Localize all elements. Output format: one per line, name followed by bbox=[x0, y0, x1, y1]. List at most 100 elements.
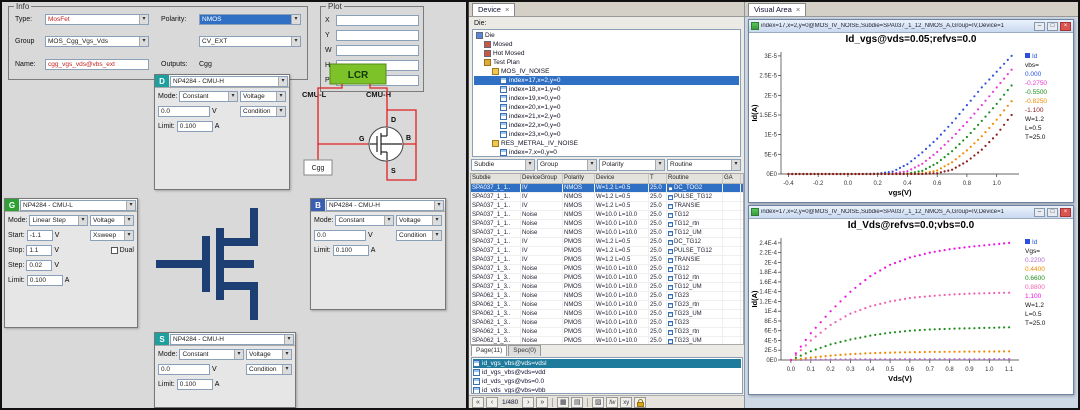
voltage-select-s[interactable]: Voltage bbox=[246, 349, 292, 360]
maximize-button[interactable] bbox=[1047, 208, 1058, 217]
id-vgs-plot[interactable]: -0.4-0.20.00.20.40.60.81.00E05E-61E-51.5… bbox=[749, 46, 1025, 198]
device-table-row[interactable]: SPA037_1_1..IVPMOSW=1.2 L=0.525.0TRANSIE bbox=[471, 256, 743, 265]
chart-window-titlebar[interactable]: index=17,x=2,y=0@MOS_IV_NOISE,Subdie=SPA… bbox=[749, 20, 1073, 33]
device-table-row[interactable]: SPA037_1_1..IVNMOSW=1.2 L=0.525.0TRANSIE bbox=[471, 202, 743, 211]
voltage-select-g[interactable]: Voltage bbox=[90, 215, 134, 226]
step-input[interactable]: 0.02 bbox=[26, 260, 52, 271]
grid-view-icon[interactable] bbox=[557, 397, 569, 408]
device-table-row[interactable]: SPA037_1_1..IVPMOSW=1.2 L=0.525.0DC_TG12 bbox=[471, 238, 743, 247]
filter-group[interactable]: Group bbox=[537, 159, 597, 171]
col-header-ga[interactable]: GA bbox=[723, 174, 741, 183]
prev-page-button[interactable] bbox=[486, 397, 498, 408]
maximize-button[interactable] bbox=[1047, 22, 1058, 31]
device-table-row[interactable]: SPA062_1_3..NoiseNMOSW=10.0 L=10.025.0TG… bbox=[471, 310, 743, 319]
formula-icon[interactable] bbox=[606, 397, 618, 408]
chart-view-icon[interactable] bbox=[592, 397, 604, 408]
tree-item[interactable]: index=18,x=1,y=0 bbox=[474, 85, 739, 94]
instrument-select-b[interactable]: NP4284 - CMU-H bbox=[326, 200, 444, 211]
value-input-b[interactable]: 0.0 bbox=[314, 230, 366, 241]
tree-item[interactable]: index=19,x=0,y=0 bbox=[474, 94, 739, 103]
device-table-row[interactable]: SPA062_1_3..NoisePMOSW=10.0 L=10.025.0TG… bbox=[471, 337, 743, 345]
col-header-routine[interactable]: Routine bbox=[667, 174, 723, 183]
tree-item[interactable]: Test Plan bbox=[474, 58, 739, 67]
condition-select-d[interactable]: Condition bbox=[240, 106, 286, 117]
tree-item[interactable]: index=22,x=0,y=0 bbox=[474, 121, 739, 130]
device-table-row[interactable]: SPA037_1_3..NoisePMOSW=10.0 L=10.025.0TG… bbox=[471, 265, 743, 274]
device-table-row[interactable]: SPA062_1_3..NoiseNMOSW=10.0 L=10.025.0TG… bbox=[471, 301, 743, 310]
tree-item[interactable]: Hot Mosed bbox=[474, 49, 739, 58]
dual-checkbox[interactable] bbox=[111, 247, 118, 254]
device-table-row[interactable]: SPA037_1_1..NoiseNMOSW=10.0 L=10.025.0TG… bbox=[471, 220, 743, 229]
instrument-select-g[interactable]: NP4284 - CMU-L bbox=[20, 200, 136, 211]
tree-item[interactable]: RES_METRAL_IV_NOISE bbox=[474, 139, 739, 148]
device-table-row[interactable]: SPA037_1_3..NoisePMOSW=10.0 L=10.025.0TG… bbox=[471, 283, 743, 292]
lock-icon[interactable] bbox=[634, 397, 646, 408]
tab-spec[interactable]: Spec(0) bbox=[508, 345, 541, 356]
minimize-button[interactable] bbox=[1034, 22, 1045, 31]
sheet-view-icon[interactable] bbox=[571, 397, 583, 408]
col-header-subdie[interactable]: Subdie bbox=[471, 174, 521, 183]
device-table-row[interactable]: SPA037_1_1..IVNMOSW=1.2 L=0.525.0PULSE_T… bbox=[471, 193, 743, 202]
limit-input-b[interactable]: 0.100 bbox=[333, 245, 369, 256]
tree-item[interactable]: index=17,x=2,y=0 bbox=[474, 76, 739, 85]
type-select[interactable]: MosFet bbox=[45, 14, 149, 25]
col-header-polarity[interactable]: Polarity bbox=[563, 174, 595, 183]
start-input[interactable]: -1.1 bbox=[27, 230, 53, 241]
limit-input-g[interactable]: 0.100 bbox=[27, 275, 63, 286]
tab-visual-area[interactable]: Visual Area × bbox=[748, 3, 806, 16]
filter-polarity[interactable]: Polarity bbox=[599, 159, 665, 171]
mode-select-s[interactable]: Constant bbox=[179, 349, 244, 360]
device-table-row[interactable]: SPA062_1_3..NoisePMOSW=10.0 L=10.025.0TG… bbox=[471, 319, 743, 328]
col-header-device[interactable]: Device bbox=[595, 174, 649, 183]
stop-input[interactable]: 1.1 bbox=[26, 245, 52, 256]
tree-item[interactable]: index=20,x=1,y=0 bbox=[474, 103, 739, 112]
first-page-button[interactable] bbox=[472, 397, 484, 408]
filter-subdie[interactable]: Subdie bbox=[471, 159, 535, 171]
id-vds-plot[interactable]: 0.00.10.20.30.40.50.60.70.80.91.01.10E02… bbox=[749, 232, 1025, 384]
plot-field-input-x[interactable] bbox=[336, 15, 419, 26]
mode-select-g[interactable]: Linear Step bbox=[29, 215, 88, 226]
instrument-select-d[interactable]: NP4284 - CMU-H bbox=[170, 76, 288, 87]
tree-item[interactable]: index=21,x=2,y=0 bbox=[474, 112, 739, 121]
voltage-select-d[interactable]: Voltage bbox=[240, 91, 286, 102]
plot-field-input-y[interactable] bbox=[336, 30, 419, 41]
xsweep-select[interactable]: Xsweep bbox=[90, 230, 134, 241]
tree-item[interactable]: index=7,x=0,y=0 bbox=[474, 148, 739, 157]
col-header-t[interactable]: T bbox=[649, 174, 667, 183]
group-select[interactable]: MOS_Cgg_Vgs_Vds bbox=[45, 36, 149, 47]
tab-close-icon[interactable]: × bbox=[505, 4, 509, 16]
instrument-select-s[interactable]: NP4284 - CMU-H bbox=[170, 334, 294, 345]
filter-routine[interactable]: Routine bbox=[667, 159, 741, 171]
tab-device[interactable]: Device × bbox=[472, 3, 515, 16]
condition-select-s[interactable]: Condition bbox=[246, 364, 292, 375]
page-list-item[interactable]: id_vds_vgs@vbs=vbb bbox=[473, 386, 741, 394]
last-page-button[interactable] bbox=[536, 397, 548, 408]
col-header-devicegroup[interactable]: DeviceGroup bbox=[521, 174, 563, 183]
next-page-button[interactable] bbox=[522, 397, 534, 408]
device-table-row[interactable]: SPA037_1_1..IVNMOSW=1.2 L=0.525.0DC_TOG2 bbox=[471, 184, 743, 193]
minimize-button[interactable] bbox=[1034, 208, 1045, 217]
cv-select[interactable]: CV_EXT bbox=[199, 36, 301, 47]
close-button[interactable] bbox=[1060, 22, 1071, 31]
polarity-select[interactable]: NMOS bbox=[199, 14, 301, 25]
device-table-row[interactable]: SPA037_1_1..NoiseNMOSW=10.0 L=10.025.0TG… bbox=[471, 211, 743, 220]
mode-select-d[interactable]: Constant bbox=[179, 91, 238, 102]
mode-select-b[interactable]: Constant bbox=[335, 215, 394, 226]
tree-item[interactable]: MOS_IV_NOISE bbox=[474, 67, 739, 76]
page-list-item[interactable]: id_vgs_vbs@vds=vdsl bbox=[473, 359, 741, 368]
tab-page[interactable]: Page(11) bbox=[471, 345, 507, 356]
tree-item[interactable]: Mosed bbox=[474, 40, 739, 49]
condition-select-b[interactable]: Condition bbox=[396, 230, 442, 241]
page-list-item[interactable]: id_vds_vgs@vbs=0.0 bbox=[473, 377, 741, 386]
device-table-row[interactable]: SPA062_1_3..NoisePMOSW=10.0 L=10.025.0TG… bbox=[471, 328, 743, 337]
voltage-select-b[interactable]: Voltage bbox=[396, 215, 442, 226]
device-table-row[interactable]: SPA037_1_1..IVPMOSW=1.2 L=0.525.0PULSE_T… bbox=[471, 247, 743, 256]
page-list-item[interactable]: id_vgs_vbs@vds=vdd bbox=[473, 368, 741, 377]
axes-icon[interactable] bbox=[620, 397, 632, 408]
tab-close-icon[interactable]: × bbox=[796, 4, 800, 16]
device-table-row[interactable]: SPA037_1_3..NoisePMOSW=10.0 L=10.025.0TG… bbox=[471, 274, 743, 283]
value-input-d[interactable]: 0.0 bbox=[158, 106, 210, 117]
limit-input-d[interactable]: 0.100 bbox=[177, 121, 213, 132]
limit-input-s[interactable]: 0.100 bbox=[177, 379, 213, 390]
tree-item[interactable]: Die bbox=[474, 31, 739, 40]
